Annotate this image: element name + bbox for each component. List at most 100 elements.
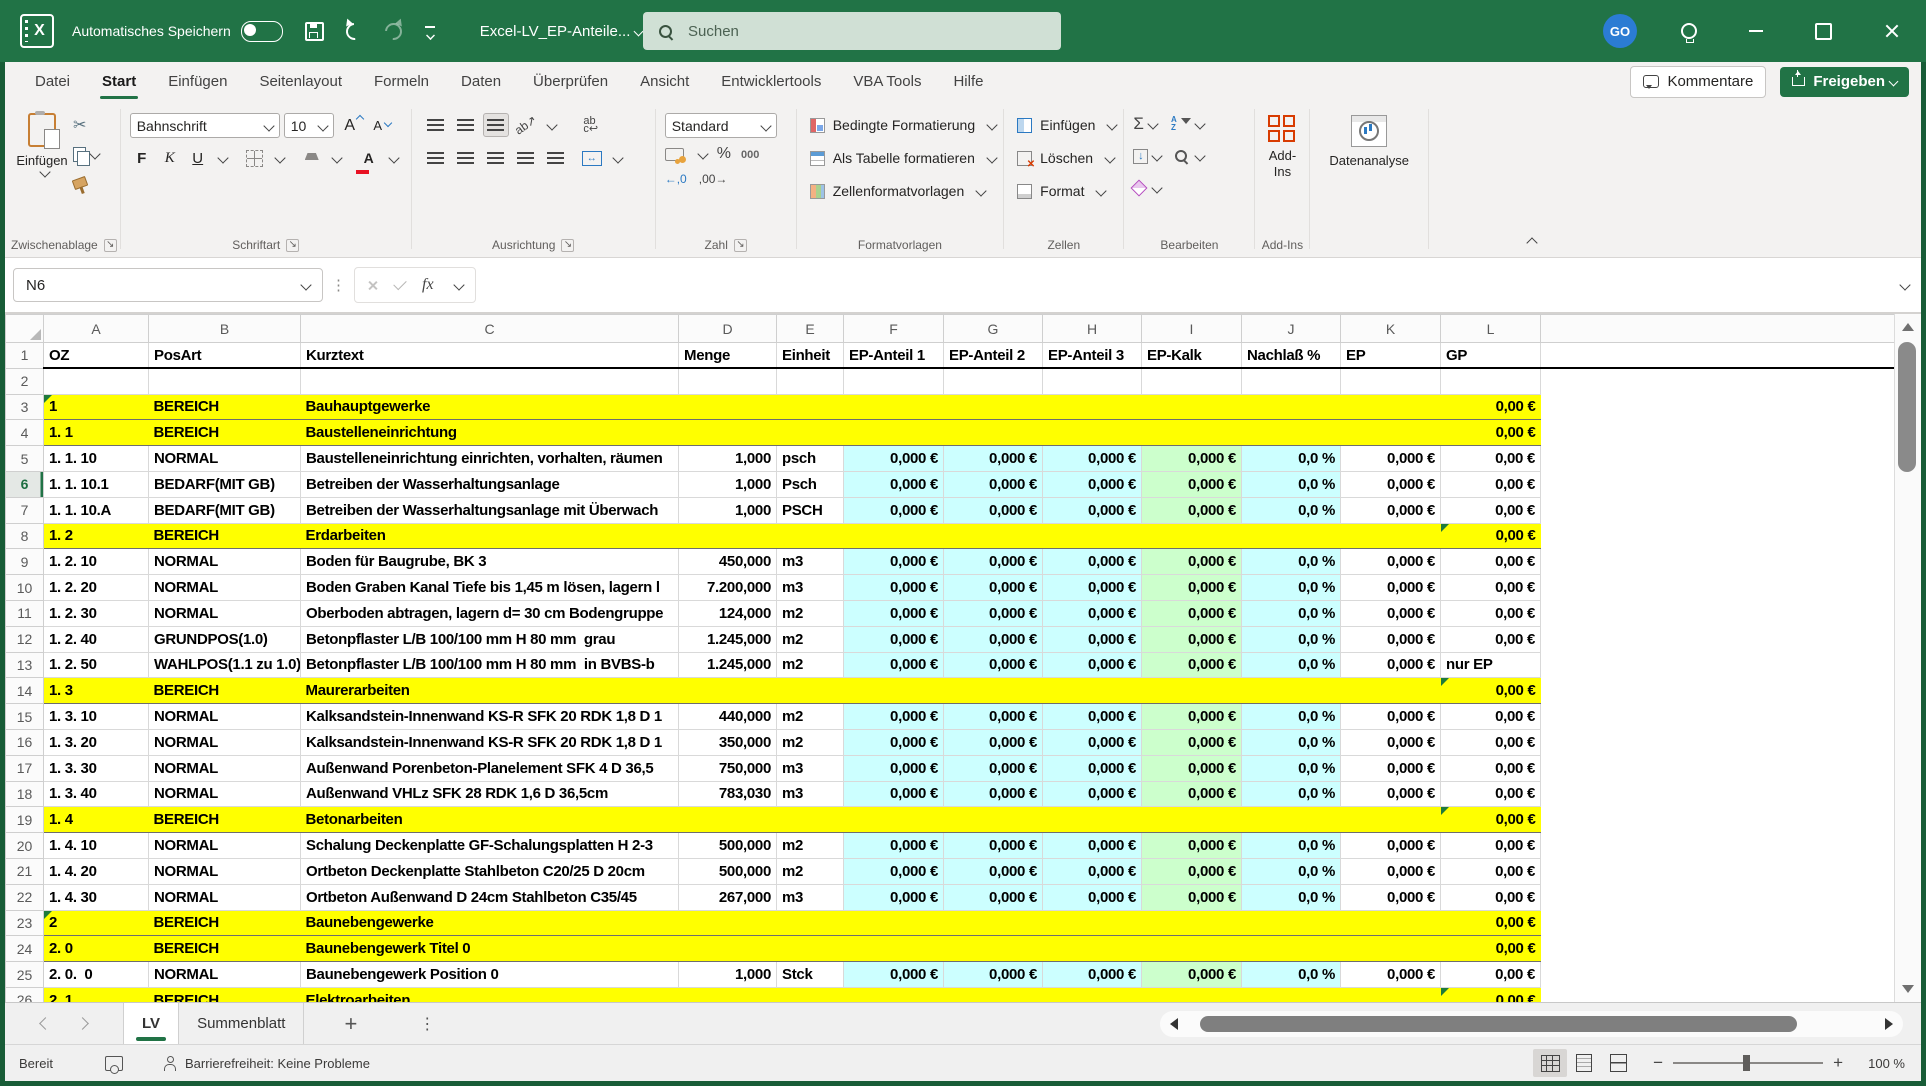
undo-icon[interactable] [342, 19, 366, 43]
add-sheet-button[interactable] [344, 1011, 357, 1037]
empty-area[interactable] [1541, 678, 1895, 704]
cell-B19[interactable]: BEREICH [149, 807, 301, 833]
cell-J11[interactable]: 0,0 % [1242, 600, 1341, 626]
sheet-options-icon[interactable] [419, 1014, 435, 1034]
cell-B8[interactable]: BEREICH [149, 523, 301, 549]
cell-E5[interactable]: psch [777, 446, 844, 472]
cell-A5[interactable]: 1. 1. 10 [44, 446, 149, 472]
page-layout-view-button[interactable] [1567, 1049, 1601, 1077]
cell-K11[interactable]: 0,000 € [1341, 600, 1441, 626]
cell-A7[interactable]: 1. 1. 10.A [44, 497, 149, 523]
column-header-A[interactable]: A [44, 315, 149, 343]
cell-E24[interactable] [777, 936, 844, 962]
column-header-C[interactable]: C [301, 315, 679, 343]
cell-G16[interactable]: 0,000 € [944, 729, 1043, 755]
cell-L24[interactable]: 0,00 € [1441, 936, 1541, 962]
cell-C10[interactable]: Boden Graben Kanal Tiefe bis 1,45 m löse… [301, 575, 679, 601]
tab-überprüfen[interactable]: Überprüfen [517, 62, 624, 101]
cell-F9[interactable]: 0,000 € [844, 549, 944, 575]
cell-A12[interactable]: 1. 2. 40 [44, 626, 149, 652]
cell-D23[interactable] [679, 910, 777, 936]
cell-H12[interactable]: 0,000 € [1043, 626, 1142, 652]
cell-I9[interactable]: 0,000 € [1142, 549, 1242, 575]
font-color-icon[interactable] [357, 146, 381, 170]
cell-E26[interactable] [777, 987, 844, 1002]
cell-I25[interactable]: 0,000 € [1142, 962, 1242, 988]
cell-H1[interactable]: EP-Anteil 3 [1043, 343, 1142, 369]
delete-cells-button[interactable]: Löschen [1017, 144, 1116, 172]
cell-A3[interactable]: 1 [44, 394, 149, 420]
cell-K2[interactable] [1341, 368, 1441, 394]
row-header-4[interactable]: 4 [6, 420, 44, 446]
merge-chevron-icon[interactable] [612, 152, 623, 163]
cell-E6[interactable]: Psch [777, 471, 844, 497]
tab-einfügen[interactable]: Einfügen [152, 62, 243, 101]
cell-C7[interactable]: Betreiben der Wasserhaltungsanlage mit Ü… [301, 497, 679, 523]
cell-A19[interactable]: 1. 4 [44, 807, 149, 833]
cell-G3[interactable] [944, 394, 1043, 420]
cell-B22[interactable]: NORMAL [149, 884, 301, 910]
cell-F8[interactable] [844, 523, 944, 549]
maximize-button[interactable] [1815, 23, 1832, 40]
cell-B15[interactable]: NORMAL [149, 704, 301, 730]
borders-chevron-icon[interactable] [274, 152, 285, 163]
search-input[interactable] [686, 22, 1020, 41]
column-header-D[interactable]: D [679, 315, 777, 343]
cell-A16[interactable]: 1. 3. 20 [44, 729, 149, 755]
empty-area[interactable] [1541, 936, 1895, 962]
cell-H7[interactable]: 0,000 € [1043, 497, 1142, 523]
search-box[interactable] [643, 12, 1061, 50]
cell-F19[interactable] [844, 807, 944, 833]
cell-H21[interactable]: 0,000 € [1043, 858, 1142, 884]
cell-H10[interactable]: 0,000 € [1043, 575, 1142, 601]
cell-G22[interactable]: 0,000 € [944, 884, 1043, 910]
empty-area[interactable] [1541, 781, 1895, 807]
cell-J21[interactable]: 0,0 % [1242, 858, 1341, 884]
cell-K1[interactable]: EP [1341, 343, 1441, 369]
cell-F3[interactable] [844, 394, 944, 420]
cell-D11[interactable]: 124,000 [679, 600, 777, 626]
cell-C15[interactable]: Kalksandstein-Innenwand KS-R SFK 20 RDK … [301, 704, 679, 730]
cell-I26[interactable] [1142, 987, 1242, 1002]
number-format-combo[interactable]: Standard [665, 113, 777, 138]
cell-F6[interactable]: 0,000 € [844, 471, 944, 497]
cell-I14[interactable] [1142, 678, 1242, 704]
cell-F25[interactable]: 0,000 € [844, 962, 944, 988]
cell-L8[interactable]: 0,00 € [1441, 523, 1541, 549]
page-break-view-button[interactable] [1601, 1049, 1635, 1077]
cell-J8[interactable] [1242, 523, 1341, 549]
cell-E1[interactable]: Einheit [777, 343, 844, 369]
cell-B21[interactable]: NORMAL [149, 858, 301, 884]
cell-L17[interactable]: 0,00 € [1441, 755, 1541, 781]
column-header-B[interactable]: B [149, 315, 301, 343]
addins-button[interactable]: Add-Ins [1258, 105, 1306, 233]
align-middle-button[interactable] [453, 113, 479, 137]
conditional-formatting-button[interactable]: Bedingte Formatierung [810, 111, 996, 139]
empty-area[interactable] [1541, 446, 1895, 472]
cell-H14[interactable] [1043, 678, 1142, 704]
cell-G1[interactable]: EP-Anteil 2 [944, 343, 1043, 369]
alignment-dialog-launcher-icon[interactable] [561, 239, 574, 252]
minimize-button[interactable] [1749, 30, 1763, 32]
cell-F14[interactable] [844, 678, 944, 704]
cell-C23[interactable]: Baunebengewerke [301, 910, 679, 936]
cell-J23[interactable] [1242, 910, 1341, 936]
cell-E13[interactable]: m2 [777, 652, 844, 678]
cell-F26[interactable] [844, 987, 944, 1002]
cell-I16[interactable]: 0,000 € [1142, 729, 1242, 755]
zoom-out-button[interactable] [1653, 1053, 1663, 1073]
cell-D25[interactable]: 1,000 [679, 962, 777, 988]
cell-D22[interactable]: 267,000 [679, 884, 777, 910]
cell-I21[interactable]: 0,000 € [1142, 858, 1242, 884]
scroll-left-icon[interactable] [1170, 1018, 1178, 1030]
row-header-24[interactable]: 24 [6, 936, 44, 962]
cell-E19[interactable] [777, 807, 844, 833]
cell-J3[interactable] [1242, 394, 1341, 420]
cell-A17[interactable]: 1. 3. 30 [44, 755, 149, 781]
cell-L5[interactable]: 0,00 € [1441, 446, 1541, 472]
cell-G21[interactable]: 0,000 € [944, 858, 1043, 884]
avatar[interactable]: GO [1603, 14, 1637, 48]
cell-H2[interactable] [1043, 368, 1142, 394]
tab-hilfe[interactable]: Hilfe [937, 62, 999, 101]
orientation-button[interactable] [513, 113, 539, 137]
